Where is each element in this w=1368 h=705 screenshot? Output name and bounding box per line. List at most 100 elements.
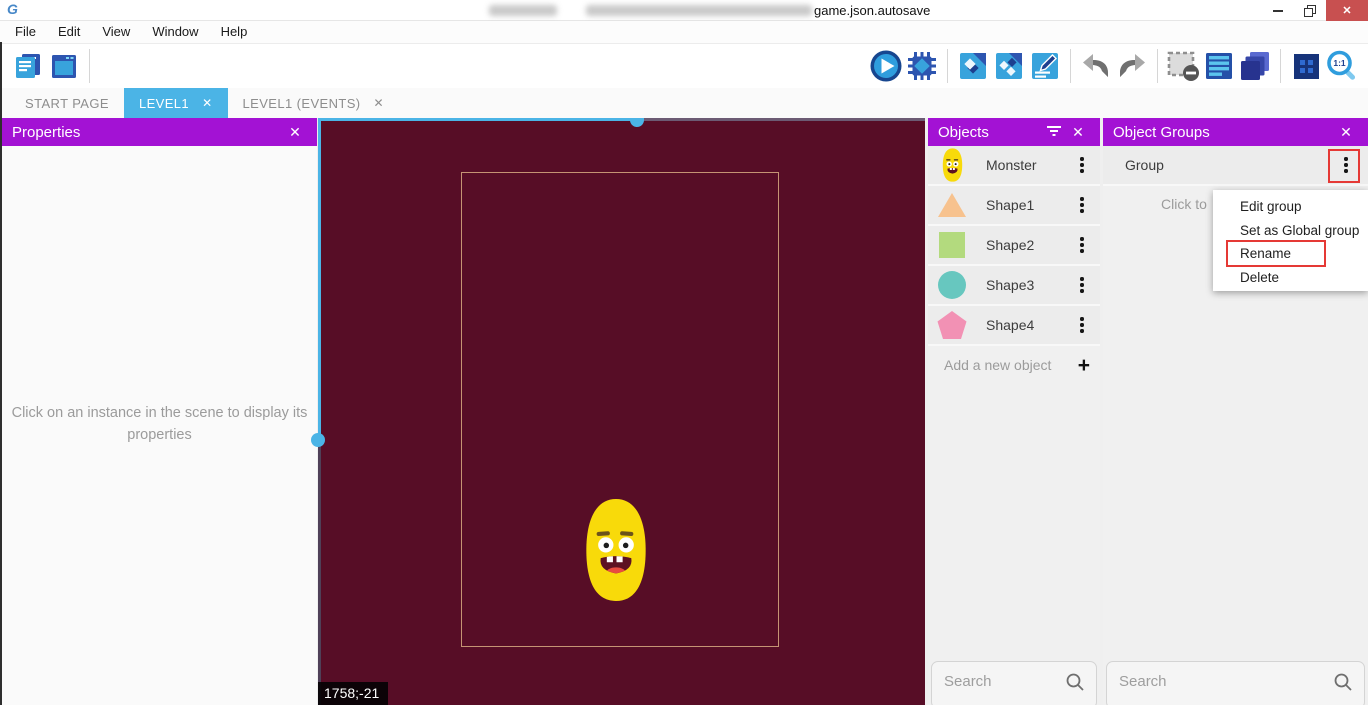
window-left-border xyxy=(0,42,2,705)
add-object-label: Add a new object xyxy=(944,357,1051,373)
search-icon xyxy=(1065,672,1085,692)
undo-icon[interactable] xyxy=(1078,48,1114,84)
blurred-title-segment xyxy=(586,5,812,16)
annotation-group-menu-highlight xyxy=(1328,149,1360,183)
redo-icon[interactable] xyxy=(1114,48,1150,84)
tab-close-icon[interactable]: ✕ xyxy=(374,96,384,110)
menu-file[interactable]: File xyxy=(4,21,47,43)
edit-scene-icon[interactable] xyxy=(1027,48,1063,84)
close-icon[interactable]: ✕ xyxy=(1334,124,1358,141)
zoom-level-label: 1:1 xyxy=(1333,58,1346,68)
grid-icon[interactable] xyxy=(1288,48,1324,84)
object-menu-button[interactable] xyxy=(1074,277,1090,292)
close-icon[interactable]: ✕ xyxy=(1066,124,1090,141)
objects-editor-icon[interactable] xyxy=(955,48,991,84)
toolbar-separator xyxy=(89,49,90,83)
monster-thumbnail-icon xyxy=(934,148,970,182)
tab-start-page[interactable]: START PAGE xyxy=(10,88,124,118)
horizontal-scrollbar[interactable] xyxy=(318,118,639,121)
group-context-menu: Edit group Set as Global group Rename De… xyxy=(1213,190,1368,291)
window-title: game.json.autosave xyxy=(814,3,930,18)
tab-level1-events[interactable]: LEVEL1 (EVENTS) ✕ xyxy=(228,88,399,118)
tab-close-icon[interactable]: ✕ xyxy=(202,96,212,110)
play-icon[interactable] xyxy=(868,48,904,84)
object-menu-button[interactable] xyxy=(1074,317,1090,332)
vertical-scrollbar-thumb[interactable] xyxy=(311,433,325,447)
minimize-button[interactable] xyxy=(1262,0,1294,21)
toolbar-separator xyxy=(1280,49,1281,83)
object-name: Monster xyxy=(986,157,1074,173)
properties-panel-title: Properties xyxy=(12,124,283,141)
add-object-button[interactable]: Add a new object + xyxy=(928,346,1100,384)
filter-icon[interactable] xyxy=(1042,124,1066,140)
instances-list-icon[interactable] xyxy=(1201,48,1237,84)
horizontal-scrollbar-track[interactable] xyxy=(639,118,925,121)
groups-search-input[interactable] xyxy=(1119,673,1299,690)
pentagon-thumbnail-icon xyxy=(934,308,970,342)
object-name: Shape2 xyxy=(986,237,1074,253)
object-name: Shape4 xyxy=(986,317,1074,333)
zoom-1-1-icon[interactable]: 1:1 xyxy=(1324,48,1360,84)
menu-item-set-as-global-group[interactable]: Set as Global group xyxy=(1213,219,1368,243)
gdevelop-logo-icon: G xyxy=(7,1,18,17)
object-menu-button[interactable] xyxy=(1074,237,1090,252)
toolbar-separator xyxy=(947,49,948,83)
close-icon[interactable]: ✕ xyxy=(283,124,307,141)
menu-help[interactable]: Help xyxy=(210,21,259,43)
cursor-coordinates: 1758;-21 xyxy=(318,682,388,705)
restore-button[interactable] xyxy=(1294,0,1326,21)
object-name: Shape1 xyxy=(986,197,1074,213)
properties-panel: Properties ✕ Click on an instance in the… xyxy=(2,118,317,705)
editor-tab-bar: START PAGE LEVEL1 ✕ LEVEL1 (EVENTS) ✕ xyxy=(0,88,1368,118)
object-menu-button[interactable] xyxy=(1074,157,1090,172)
annotation-rename-highlight xyxy=(1226,240,1326,267)
triangle-thumbnail-icon xyxy=(934,188,970,222)
vertical-scrollbar[interactable] xyxy=(318,118,321,440)
object-groups-editor-icon[interactable] xyxy=(991,48,1027,84)
plus-icon: + xyxy=(1078,355,1090,376)
horizontal-scrollbar-thumb[interactable] xyxy=(630,118,644,127)
toolbar-separator xyxy=(1157,49,1158,83)
group-row[interactable]: Group xyxy=(1103,146,1368,186)
menu-bar: File Edit View Window Help xyxy=(0,21,1368,44)
delete-instances-icon[interactable] xyxy=(1165,48,1201,84)
object-menu-button[interactable] xyxy=(1074,197,1090,212)
properties-panel-header: Properties ✕ xyxy=(2,118,317,146)
debugger-icon[interactable] xyxy=(904,48,940,84)
menu-item-edit-group[interactable]: Edit group xyxy=(1213,195,1368,219)
object-row-shape3[interactable]: Shape3 xyxy=(928,266,1100,306)
circle-thumbnail-icon xyxy=(934,268,970,302)
objects-panel: Objects ✕ Monster Shape1 Shape2 xyxy=(928,118,1100,705)
object-row-monster[interactable]: Monster xyxy=(928,146,1100,186)
menu-edit[interactable]: Edit xyxy=(47,21,91,43)
tab-level1[interactable]: LEVEL1 ✕ xyxy=(124,88,228,118)
scene-window-icon[interactable] xyxy=(46,48,82,84)
layers-icon[interactable] xyxy=(1237,48,1273,84)
menu-view[interactable]: View xyxy=(91,21,141,43)
properties-empty-message: Click on an instance in the scene to dis… xyxy=(10,402,309,447)
blurred-title-segment xyxy=(489,5,557,16)
vertical-scrollbar-track[interactable] xyxy=(318,440,321,705)
group-name: Group xyxy=(1125,157,1338,173)
menu-window[interactable]: Window xyxy=(141,21,209,43)
object-row-shape4[interactable]: Shape4 xyxy=(928,306,1100,346)
title-bar: G game.json.autosave ✕ xyxy=(0,0,1368,21)
object-row-shape2[interactable]: Shape2 xyxy=(928,226,1100,266)
object-groups-panel: Object Groups ✕ Group Click to Edit grou… xyxy=(1103,118,1368,705)
groups-empty-hint: Click to xyxy=(1161,196,1207,212)
toolbar: 1:1 xyxy=(0,44,1368,88)
objects-search-input[interactable] xyxy=(944,673,1059,690)
object-groups-panel-title: Object Groups xyxy=(1113,124,1334,141)
grid-icon-glyph xyxy=(1294,54,1319,79)
object-row-shape1[interactable]: Shape1 xyxy=(928,186,1100,226)
object-groups-panel-header: Object Groups ✕ xyxy=(1103,118,1368,146)
objects-panel-header: Objects ✕ xyxy=(928,118,1100,146)
square-thumbnail-icon xyxy=(934,228,970,262)
project-manager-icon[interactable] xyxy=(10,48,46,84)
search-icon xyxy=(1333,672,1353,692)
scene-canvas[interactable]: 1758;-21 xyxy=(318,118,925,705)
menu-item-delete[interactable]: Delete xyxy=(1213,266,1368,290)
monster-instance[interactable] xyxy=(582,498,650,602)
close-button[interactable]: ✕ xyxy=(1326,0,1368,21)
groups-search-box xyxy=(1106,661,1365,705)
